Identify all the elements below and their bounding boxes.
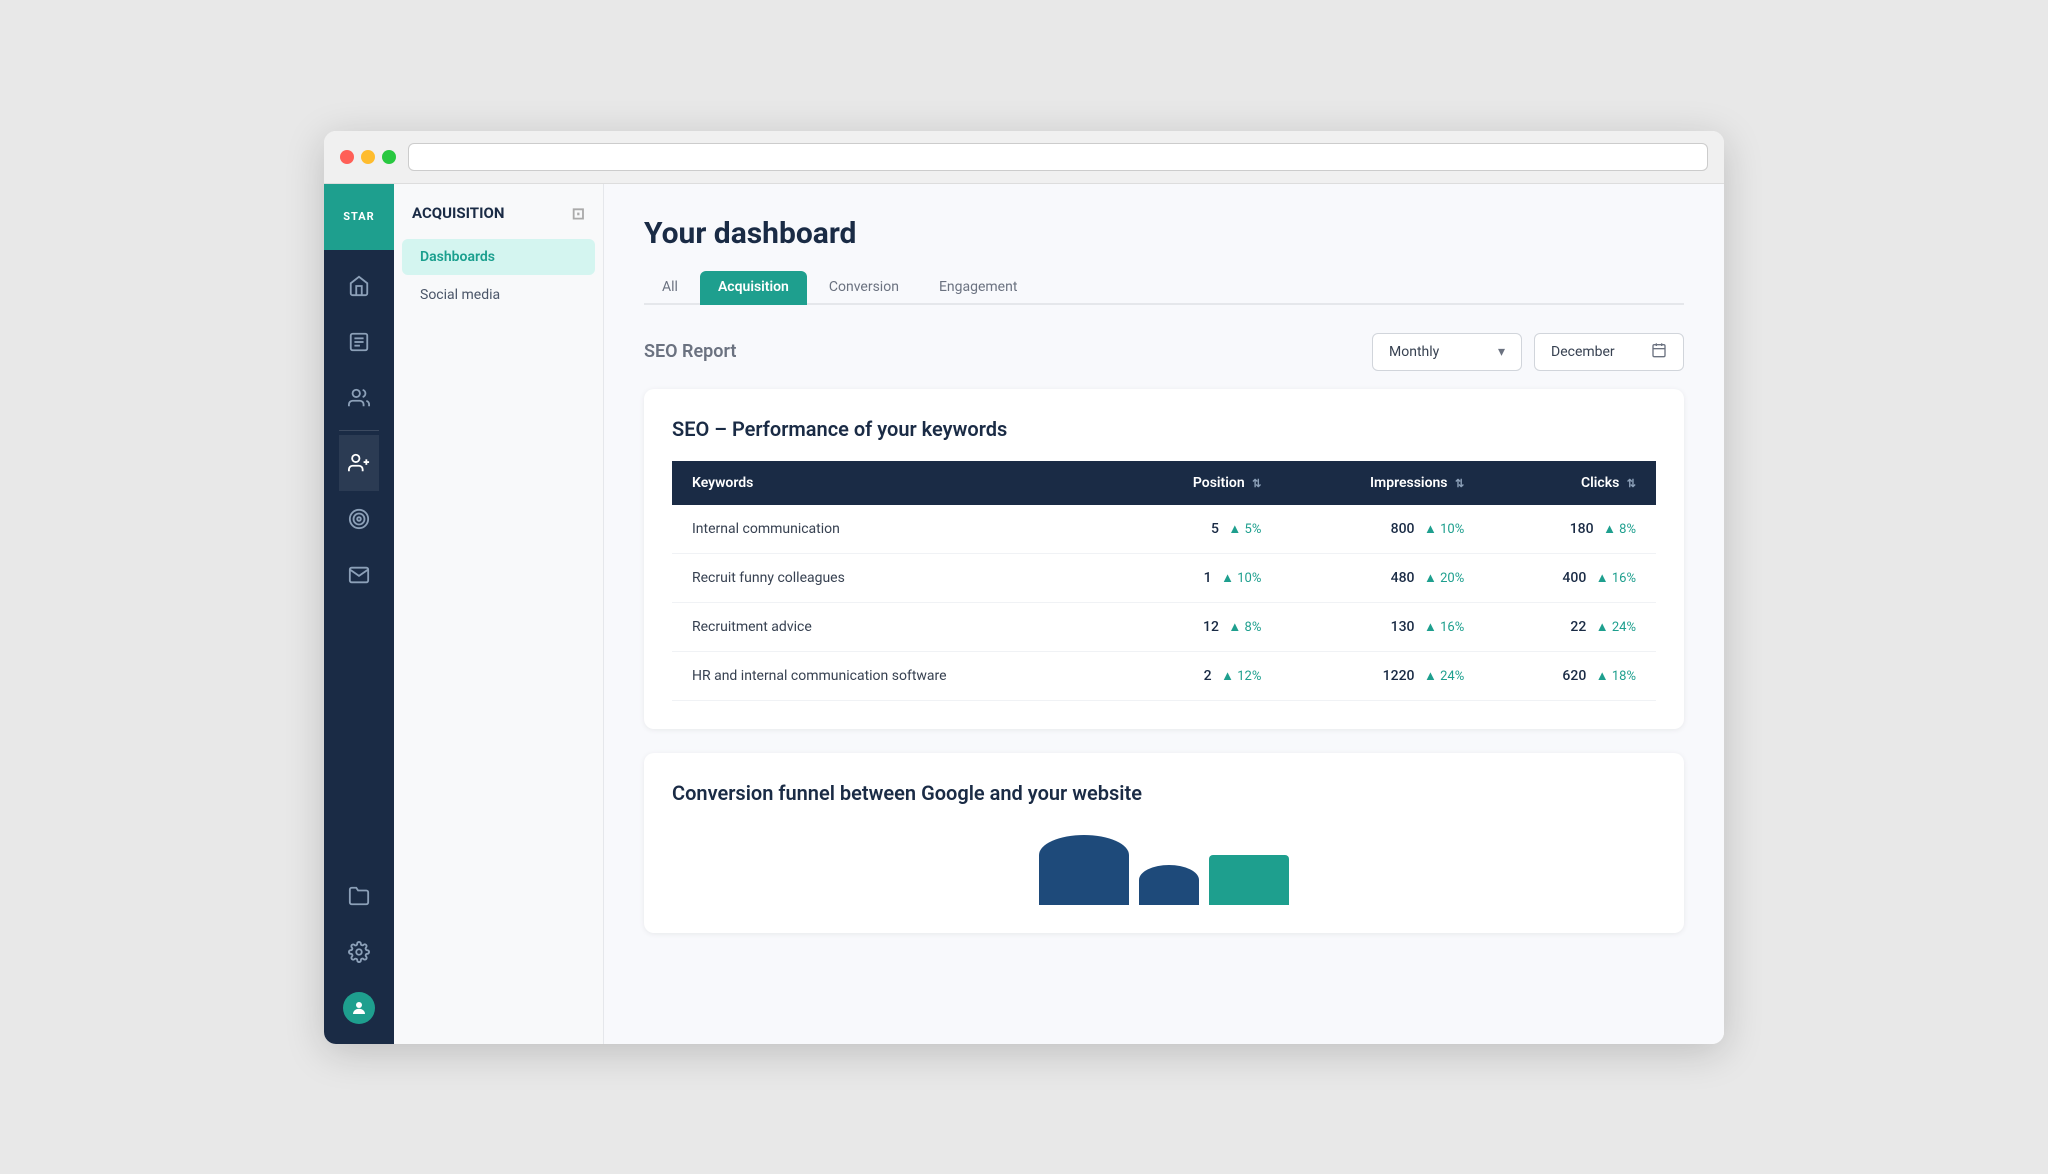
folder-icon[interactable] xyxy=(339,868,379,924)
funnel-bar-2 xyxy=(1209,855,1289,905)
brand-logo[interactable]: STAR xyxy=(324,184,394,250)
user-add-icon[interactable] xyxy=(339,435,379,491)
tab-all[interactable]: All xyxy=(644,271,696,305)
sidebar-nav-title: ACQUISITION ⊡ xyxy=(394,184,603,237)
cell-impressions-0: 800 ▲ 10% xyxy=(1281,505,1484,554)
seo-table: Keywords Position ⇅ Impressions ⇅ xyxy=(672,461,1656,701)
tab-conversion[interactable]: Conversion xyxy=(811,271,917,305)
brand-text: STAR xyxy=(343,210,374,223)
sidebar-item-social-media[interactable]: Social media xyxy=(402,277,595,313)
date-picker-value: December xyxy=(1551,344,1615,360)
sort-icon-clicks: ⇅ xyxy=(1627,477,1636,490)
date-picker[interactable]: December xyxy=(1534,333,1684,371)
cell-impressions-2: 130 ▲ 16% xyxy=(1281,602,1484,651)
separator xyxy=(339,430,379,431)
table-header-row: Keywords Position ⇅ Impressions ⇅ xyxy=(672,461,1656,505)
close-button[interactable] xyxy=(340,150,354,164)
cell-keyword-2: Recruitment advice xyxy=(672,602,1117,651)
target-icon[interactable] xyxy=(339,491,379,547)
cell-keyword-0: Internal communication xyxy=(672,505,1117,554)
section-controls: Monthly ▾ December xyxy=(1372,333,1684,371)
cell-position-0: 5 ▲ 5% xyxy=(1117,505,1281,554)
collapse-icon[interactable]: ⊡ xyxy=(572,204,585,223)
funnel-bar-1 xyxy=(1039,835,1129,905)
mail-icon[interactable] xyxy=(339,547,379,603)
cell-clicks-3: 620 ▲ 18% xyxy=(1484,651,1656,700)
home-icon[interactable] xyxy=(339,258,379,314)
cell-clicks-2: 22 ▲ 24% xyxy=(1484,602,1656,651)
table-row: Recruitment advice 12 ▲ 8% 130 ▲ 16% 22 … xyxy=(672,602,1656,651)
seo-section-title: SEO Report xyxy=(644,341,736,362)
cell-clicks-1: 400 ▲ 16% xyxy=(1484,553,1656,602)
col-clicks[interactable]: Clicks ⇅ xyxy=(1484,461,1656,505)
funnel-connector xyxy=(1139,865,1199,905)
chevron-down-icon: ▾ xyxy=(1498,344,1505,360)
sort-icon-impressions: ⇅ xyxy=(1455,477,1464,490)
settings-icon[interactable] xyxy=(339,924,379,980)
period-dropdown[interactable]: Monthly ▾ xyxy=(1372,333,1522,371)
address-bar[interactable] xyxy=(408,143,1708,171)
col-keywords: Keywords xyxy=(672,461,1117,505)
calendar-icon xyxy=(1651,342,1667,362)
table-row: HR and internal communication software 2… xyxy=(672,651,1656,700)
users-icon[interactable] xyxy=(339,370,379,426)
cell-keyword-3: HR and internal communication software xyxy=(672,651,1117,700)
avatar-icon[interactable] xyxy=(339,980,379,1036)
icons-column xyxy=(339,250,379,1044)
cell-position-3: 2 ▲ 12% xyxy=(1117,651,1281,700)
col-position[interactable]: Position ⇅ xyxy=(1117,461,1281,505)
cell-position-2: 12 ▲ 8% xyxy=(1117,602,1281,651)
cell-keyword-1: Recruit funny colleagues xyxy=(672,553,1117,602)
seo-card-title: SEO – Performance of your keywords xyxy=(672,417,1656,441)
browser-chrome xyxy=(324,131,1724,184)
app-layout: STAR xyxy=(324,184,1724,1044)
cell-clicks-0: 180 ▲ 8% xyxy=(1484,505,1656,554)
fullscreen-button[interactable] xyxy=(382,150,396,164)
seo-keywords-card: SEO – Performance of your keywords Keywo… xyxy=(644,389,1684,729)
tab-acquisition[interactable]: Acquisition xyxy=(700,271,807,305)
sort-icon-position: ⇅ xyxy=(1252,477,1261,490)
traffic-lights xyxy=(340,150,396,164)
main-content: Your dashboard All Acquisition Conversio… xyxy=(604,184,1724,1044)
cell-impressions-1: 480 ▲ 20% xyxy=(1281,553,1484,602)
tabs-row: All Acquisition Conversion Engagement xyxy=(644,271,1684,305)
sidebar-icons: STAR xyxy=(324,184,394,1044)
period-dropdown-value: Monthly xyxy=(1389,344,1439,360)
cell-position-1: 1 ▲ 10% xyxy=(1117,553,1281,602)
seo-section-header: SEO Report Monthly ▾ December xyxy=(644,333,1684,371)
funnel-chart xyxy=(672,825,1656,905)
funnel-title: Conversion funnel between Google and you… xyxy=(672,781,1656,805)
page-title: Your dashboard xyxy=(644,216,1684,251)
sidebar-nav: ACQUISITION ⊡ Dashboards Social media xyxy=(394,184,604,1044)
funnel-card: Conversion funnel between Google and you… xyxy=(644,753,1684,933)
document-icon[interactable] xyxy=(339,314,379,370)
cell-impressions-3: 1220 ▲ 24% xyxy=(1281,651,1484,700)
tab-engagement[interactable]: Engagement xyxy=(921,271,1035,305)
table-row: Recruit funny colleagues 1 ▲ 10% 480 ▲ 2… xyxy=(672,553,1656,602)
minimize-button[interactable] xyxy=(361,150,375,164)
col-impressions[interactable]: Impressions ⇅ xyxy=(1281,461,1484,505)
browser-window: STAR xyxy=(324,131,1724,1044)
sidebar-item-dashboards[interactable]: Dashboards xyxy=(402,239,595,275)
table-row: Internal communication 5 ▲ 5% 800 ▲ 10% … xyxy=(672,505,1656,554)
